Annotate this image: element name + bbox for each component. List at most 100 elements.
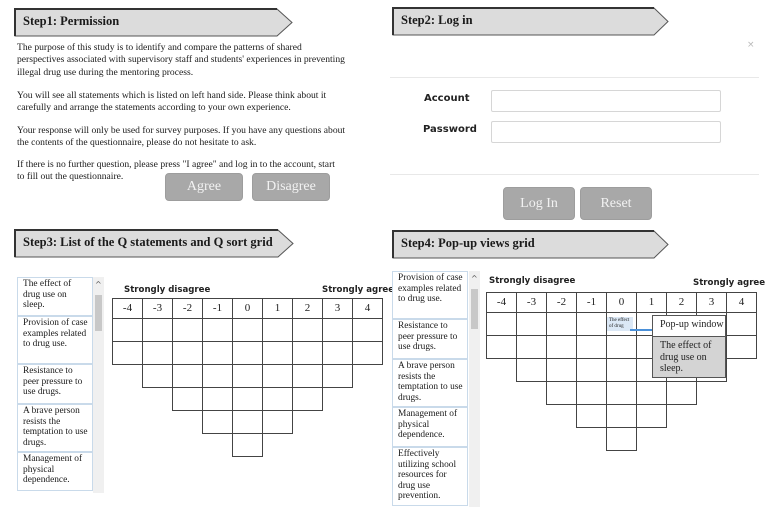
grid-slot[interactable] — [172, 387, 203, 411]
popup-window-body: The effect of drug use on sleep. — [652, 337, 726, 378]
grid-column-header: 4 — [726, 292, 757, 313]
scrollbar-thumb[interactable] — [471, 289, 478, 329]
grid-slot[interactable] — [546, 335, 577, 359]
grid-slot[interactable] — [172, 364, 203, 388]
divider — [390, 174, 759, 175]
grid-slot[interactable] — [486, 335, 517, 359]
grid-slot[interactable] — [202, 364, 233, 388]
grid-slot[interactable] — [726, 335, 757, 359]
login-button[interactable]: Log In — [503, 187, 575, 220]
grid-slot[interactable] — [202, 387, 233, 411]
grid-slot[interactable] — [142, 341, 173, 365]
intro-paragraph-3: Your response will only be used for surv… — [17, 125, 346, 149]
grid-slot[interactable] — [172, 318, 203, 342]
statement-card[interactable]: A brave person resists the temptation to… — [392, 359, 468, 407]
grid-column-header: -2 — [546, 292, 577, 313]
grid-slot[interactable] — [232, 341, 263, 365]
scrollbar-thumb[interactable] — [95, 295, 102, 331]
grid-slot[interactable] — [142, 364, 173, 388]
grid-slot[interactable] — [202, 341, 233, 365]
grid-slot[interactable] — [606, 381, 637, 405]
popup-connector-line — [630, 329, 652, 331]
grid-slot[interactable] — [322, 318, 353, 342]
grid-slot[interactable] — [576, 312, 607, 336]
grid-slot[interactable] — [292, 341, 323, 365]
account-label: Account — [424, 93, 470, 104]
grid-column-header: -3 — [516, 292, 547, 313]
grid-slot[interactable] — [232, 318, 263, 342]
statement-card[interactable]: The effect of drug use on sleep. — [17, 277, 93, 316]
grid-slot[interactable] — [606, 404, 637, 428]
statement-card[interactable]: Management of physical dependence. — [392, 407, 468, 447]
grid-slot[interactable] — [546, 381, 577, 405]
grid-slot[interactable] — [666, 381, 697, 405]
grid-slot[interactable] — [606, 427, 637, 451]
statement-card[interactable]: Effectively utilizing school resources f… — [392, 447, 468, 506]
grid-slot[interactable] — [262, 318, 293, 342]
grid-slot[interactable] — [516, 358, 547, 382]
grid-slot[interactable] — [262, 387, 293, 411]
grid-column-header: 2 — [666, 292, 697, 313]
statement-list: Provision of case examples related to dr… — [392, 271, 482, 509]
statement-card[interactable]: Resistance to peer pressure to use drugs… — [17, 364, 93, 404]
grid-column-header: 3 — [322, 298, 353, 319]
grid-slot[interactable] — [516, 312, 547, 336]
statement-card[interactable]: Resistance to peer pressure to use drugs… — [392, 319, 468, 359]
grid-slot[interactable] — [292, 364, 323, 388]
scroll-up-icon[interactable]: ^ — [95, 280, 102, 289]
grid-slot[interactable] — [576, 404, 607, 428]
grid-slot[interactable] — [172, 341, 203, 365]
step1-header: Step1: Permission — [14, 8, 294, 37]
step4-header: Step4: Pop-up views grid — [392, 230, 672, 259]
grid-slot[interactable] — [516, 335, 547, 359]
grid-slot[interactable] — [262, 410, 293, 434]
grid-slot[interactable] — [292, 318, 323, 342]
grid-slot[interactable] — [202, 318, 233, 342]
grid-slot[interactable] — [112, 341, 143, 365]
grid-slot[interactable] — [202, 410, 233, 434]
grid-slot[interactable] — [232, 364, 263, 388]
grid-slot[interactable] — [232, 410, 263, 434]
grid-slot[interactable] — [636, 404, 667, 428]
grid-slot[interactable] — [292, 387, 323, 411]
statement-card[interactable]: A brave person resists the temptation to… — [17, 404, 93, 452]
password-label: Password — [423, 124, 477, 135]
grid-slot[interactable] — [576, 358, 607, 382]
grid-slot[interactable] — [142, 318, 173, 342]
account-input[interactable] — [491, 90, 721, 112]
grid-slot[interactable] — [322, 341, 353, 365]
close-icon[interactable]: × — [747, 40, 755, 50]
step2-title: Step2: Log in — [401, 13, 473, 27]
grid-slot[interactable] — [576, 335, 607, 359]
statement-card[interactable]: Provision of case examples related to dr… — [17, 316, 93, 364]
grid-slot[interactable] — [636, 381, 667, 405]
grid-slot[interactable] — [352, 318, 383, 342]
reset-button[interactable]: Reset — [580, 187, 652, 220]
grid-slot[interactable] — [352, 341, 383, 365]
grid-slot[interactable] — [576, 381, 607, 405]
grid-slot[interactable] — [726, 312, 757, 336]
intro-paragraph-1: The purpose of this study is to identify… — [17, 42, 345, 78]
grid-column-header: 3 — [696, 292, 727, 313]
strongly-disagree-label: Strongly disagree — [489, 276, 576, 286]
agree-button[interactable]: Agree — [165, 173, 243, 201]
disagree-button[interactable]: Disagree — [252, 173, 330, 201]
grid-slot[interactable] — [546, 312, 577, 336]
statement-card[interactable]: Management of physical dependence. — [17, 452, 93, 491]
grid-slot[interactable] — [486, 312, 517, 336]
grid-slot[interactable] — [262, 341, 293, 365]
grid-slot[interactable] — [112, 318, 143, 342]
scroll-up-icon[interactable]: ^ — [471, 274, 478, 283]
grid-slot[interactable] — [606, 358, 637, 382]
grid-slot[interactable] — [606, 335, 637, 359]
step4-title: Step4: Pop-up views grid — [401, 236, 535, 250]
password-input[interactable] — [491, 121, 721, 143]
statement-list: The effect of drug use on sleep. Provisi… — [17, 277, 105, 494]
grid-slot[interactable] — [322, 364, 353, 388]
grid-column-header: 1 — [636, 292, 667, 313]
grid-slot[interactable] — [232, 433, 263, 457]
grid-slot[interactable] — [232, 387, 263, 411]
grid-slot[interactable] — [546, 358, 577, 382]
grid-slot[interactable] — [262, 364, 293, 388]
statement-card[interactable]: Provision of case examples related to dr… — [392, 271, 468, 319]
